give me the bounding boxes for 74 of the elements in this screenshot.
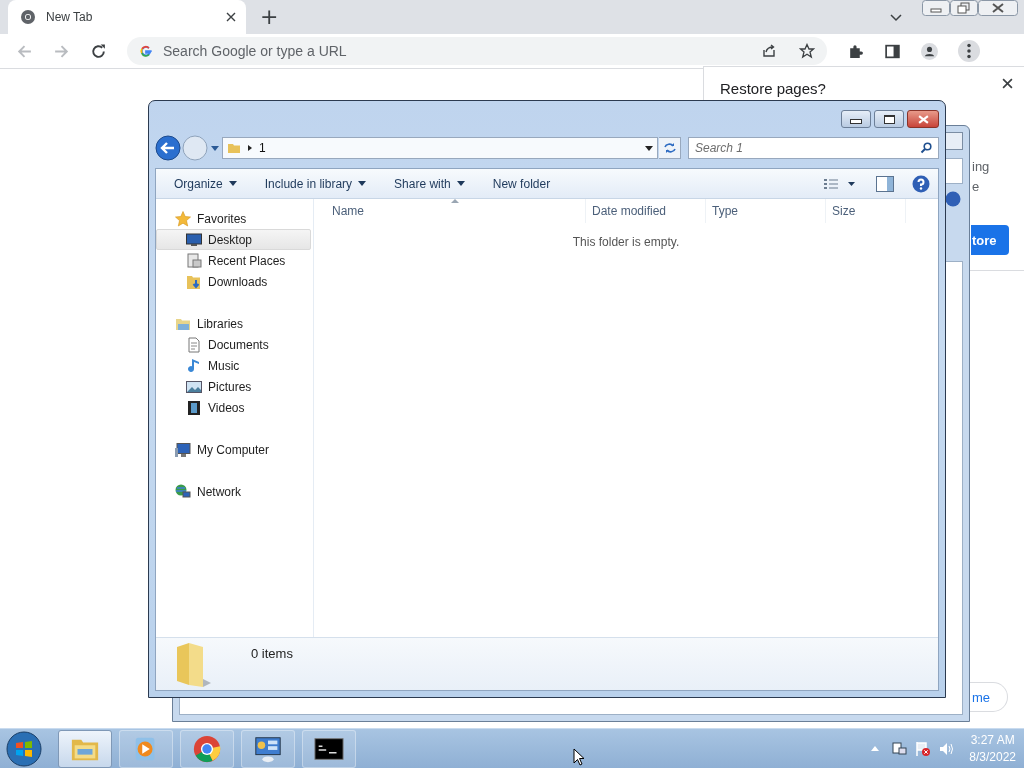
minimize-icon[interactable] (922, 0, 950, 16)
caret-right-icon (248, 145, 252, 151)
chrome-icon (192, 733, 222, 764)
close-icon[interactable] (978, 0, 1018, 16)
desktop-icon (186, 231, 202, 248)
view-options-icon[interactable] (824, 177, 856, 190)
popup-title: Restore pages? (720, 80, 826, 97)
caret-down-icon[interactable] (645, 145, 653, 151)
start-button[interactable] (6, 730, 42, 767)
nav-item[interactable]: My Computer (156, 439, 311, 460)
close-icon[interactable] (1002, 78, 1013, 89)
close-icon[interactable] (226, 12, 236, 22)
computer-icon (175, 441, 191, 458)
preview-pane-icon[interactable] (876, 175, 894, 192)
column-header[interactable]: Date modified (586, 199, 706, 223)
caret-down-icon (358, 181, 367, 186)
item-count: 0 items (251, 646, 293, 661)
new-tab-button[interactable]: + (260, 3, 279, 31)
home-button[interactable]: me (970, 682, 1008, 712)
recent-icon (186, 252, 202, 269)
clock-time: 3:27 AM (970, 731, 1015, 749)
nav-item[interactable]: Favorites (156, 208, 311, 229)
restore-icon[interactable] (950, 0, 978, 16)
close-icon (917, 114, 929, 124)
toolbar-button[interactable]: New folder (484, 172, 559, 195)
nav-item[interactable]: Music (156, 355, 311, 376)
refresh-icon (662, 142, 677, 154)
nav-item[interactable]: Libraries (156, 313, 311, 334)
pictures-icon (186, 378, 202, 395)
network-icon (175, 483, 191, 500)
help-icon[interactable] (912, 174, 930, 193)
nav-item[interactable]: Documents (156, 334, 311, 355)
google-icon (139, 44, 153, 58)
browser-tab[interactable]: New Tab (8, 0, 246, 34)
toolbar-button[interactable]: Share with (386, 172, 473, 195)
nav-item[interactable]: Downloads (156, 271, 311, 292)
caret-down-icon (456, 181, 465, 186)
address-field[interactable]: 1 (222, 137, 658, 159)
column-header[interactable]: Type (706, 199, 826, 223)
toolbar-button[interactable]: Organize (166, 172, 245, 195)
chrome-icon (20, 9, 36, 25)
column-header[interactable]: Name (314, 199, 586, 223)
address-input[interactable]: Search Google or type a URL (161, 42, 739, 60)
videos-icon (186, 399, 202, 416)
documents-icon (186, 336, 202, 353)
mouse-pointer-icon (573, 747, 585, 766)
nav-item[interactable]: Desktop (156, 229, 311, 250)
downloads-icon (186, 273, 202, 290)
empty-message: This folder is empty. (571, 235, 681, 249)
clock-date: 8/3/2022 (969, 748, 1016, 766)
popup-text: ing (972, 159, 990, 174)
back-button[interactable] (155, 135, 181, 161)
nav-item[interactable]: Pictures (156, 376, 311, 397)
address-bar[interactable]: Search Google or type a URL (127, 37, 827, 65)
network-icon[interactable] (891, 740, 908, 757)
column-header[interactable]: Size (826, 199, 906, 223)
popup-text: e (972, 179, 980, 194)
nav-item[interactable]: Videos (156, 397, 311, 418)
minimize-button[interactable] (841, 110, 871, 128)
search-field[interactable]: Search 1 (688, 137, 939, 159)
nav-item[interactable]: Recent Places (156, 250, 311, 271)
restore-button[interactable]: tore (971, 225, 1009, 255)
star-icon (175, 210, 191, 227)
music-icon (186, 357, 202, 374)
caret-down-icon (228, 181, 237, 186)
nav-item[interactable]: Network (156, 481, 311, 502)
folder-icon (227, 141, 241, 155)
maximize-button[interactable] (874, 110, 904, 128)
refresh-button[interactable] (659, 137, 681, 159)
chevron-down-icon[interactable] (890, 14, 902, 22)
search-icon (920, 142, 932, 154)
toolbar-button[interactable]: Include in library (256, 172, 375, 195)
help-icon[interactable] (945, 191, 961, 207)
flag-icon[interactable] (915, 740, 932, 757)
